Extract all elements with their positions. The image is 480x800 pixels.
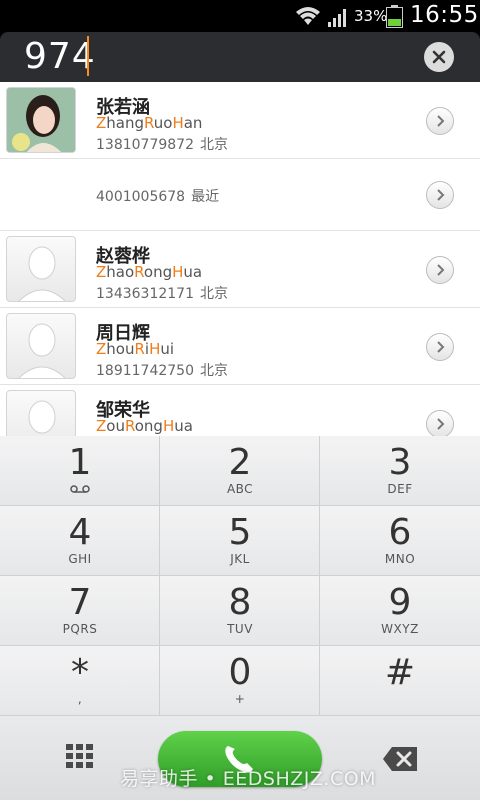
contact-detail-button[interactable] — [426, 107, 454, 135]
key-5[interactable]: 5 JKL — [160, 506, 320, 576]
key-2[interactable]: 2 ABC — [160, 436, 320, 506]
dialpad-toggle-icon[interactable] — [64, 742, 96, 774]
contact-number: 13436312171 北京 — [96, 286, 228, 302]
contact-suggestion-list[interactable]: 张若涵 ZhangRuoHan 13810779872 北京 4001005678… — [0, 82, 480, 436]
list-item[interactable]: 张若涵 ZhangRuoHan 13810779872 北京 — [0, 82, 480, 159]
chevron-right-icon — [437, 418, 445, 430]
recent-label: 最近 — [191, 189, 220, 205]
list-item[interactable]: 4001005678 最近 — [0, 159, 480, 231]
key-7[interactable]: 7 PQRS — [0, 576, 160, 646]
list-item[interactable]: 周日辉 ZhouRiHui 18911742750 北京 — [0, 308, 480, 385]
chevron-right-icon — [437, 115, 445, 127]
backspace-icon[interactable] — [382, 746, 418, 772]
chevron-right-icon — [437, 341, 445, 353]
dialed-number-bar: 974 — [0, 32, 480, 82]
contact-number: 18911742750 北京 — [96, 363, 228, 379]
chevron-right-icon — [437, 189, 445, 201]
wifi-icon — [296, 7, 320, 25]
key-star[interactable]: * , — [0, 646, 160, 716]
key-6[interactable]: 6 MNO — [320, 506, 480, 576]
status-bar: 33% 16:55 — [0, 0, 480, 32]
key-4[interactable]: 4 GHI — [0, 506, 160, 576]
contact-pinyin: ZouRongHua — [96, 417, 193, 435]
voicemail-icon — [70, 485, 90, 493]
contact-pinyin: ZhouRiHui — [96, 340, 175, 358]
key-9[interactable]: 9 WXYZ — [320, 576, 480, 646]
battery-percent: 33% — [354, 7, 388, 25]
dialed-number-input[interactable]: 974 — [24, 36, 96, 77]
recent-number: 4001005678 最近 — [96, 189, 220, 205]
default-avatar-icon — [6, 390, 76, 436]
contact-pinyin: ZhaoRongHua — [96, 263, 203, 281]
close-icon — [432, 50, 446, 64]
watermark: 易享助手 • EEDSHZJZ.COM — [120, 768, 377, 790]
key-1[interactable]: 1 — [0, 436, 160, 506]
default-avatar-icon — [6, 236, 76, 302]
chevron-right-icon — [437, 264, 445, 276]
default-avatar-icon — [6, 313, 76, 379]
text-caret — [87, 36, 89, 76]
contact-detail-button[interactable] — [426, 181, 454, 209]
list-item[interactable]: 邹荣华 ZouRongHua — [0, 385, 480, 436]
signal-icon — [328, 9, 346, 27]
contact-detail-button[interactable] — [426, 410, 454, 436]
key-0[interactable]: 0 + — [160, 646, 320, 716]
contact-number: 13810779872 北京 — [96, 137, 228, 153]
list-item[interactable]: 赵蓉桦 ZhaoRongHua 13436312171 北京 — [0, 231, 480, 308]
clock: 16:55 — [410, 2, 479, 28]
key-pound[interactable]: # — [320, 646, 480, 716]
key-3[interactable]: 3 DEF — [320, 436, 480, 506]
clear-button[interactable] — [424, 42, 454, 72]
contact-pinyin: ZhangRuoHan — [96, 114, 203, 132]
contact-photo — [6, 87, 76, 153]
contact-detail-button[interactable] — [426, 333, 454, 361]
number-location: 北京 — [199, 286, 228, 302]
number-location: 北京 — [199, 137, 228, 153]
number-location: 北京 — [199, 363, 228, 379]
key-8[interactable]: 8 TUV — [160, 576, 320, 646]
contact-detail-button[interactable] — [426, 256, 454, 284]
battery-icon — [386, 5, 403, 28]
